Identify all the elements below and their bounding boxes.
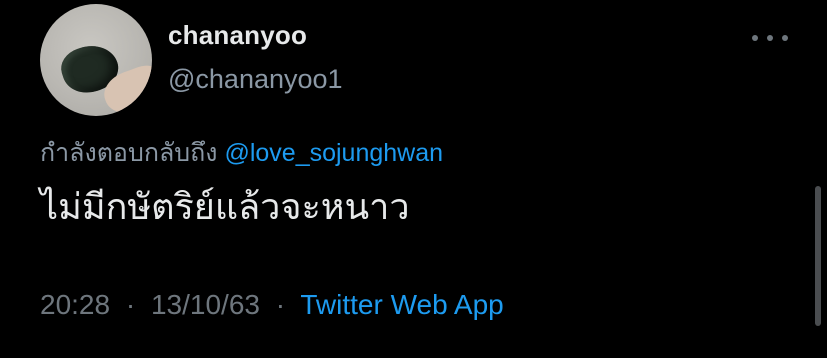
tweet-detail: chananyoo @chananyoo1 กำลังตอบกลับถึง @l… bbox=[0, 0, 827, 358]
tweet-date[interactable]: 13/10/63 bbox=[151, 289, 260, 320]
dot-icon bbox=[752, 35, 758, 41]
more-options-icon[interactable] bbox=[752, 28, 788, 48]
tweet-time[interactable]: 20:28 bbox=[40, 289, 110, 320]
meta-separator: · bbox=[125, 289, 136, 320]
dot-icon bbox=[782, 35, 788, 41]
tweet-metadata: 20:28 · 13/10/63 · Twitter Web App bbox=[40, 289, 504, 321]
meta-separator: · bbox=[275, 289, 286, 320]
scrollbar[interactable] bbox=[815, 186, 821, 326]
avatar[interactable] bbox=[40, 4, 152, 116]
tweet-source-link[interactable]: Twitter Web App bbox=[300, 289, 503, 320]
tweet-text: ไม่มีกษัตริย์แล้วจะหนาว bbox=[40, 186, 410, 227]
reply-context: กำลังตอบกลับถึง @love_sojunghwan bbox=[40, 133, 443, 173]
dot-icon bbox=[767, 35, 773, 41]
reply-mention-link[interactable]: @love_sojunghwan bbox=[224, 139, 443, 167]
user-handle[interactable]: @chananyoo1 bbox=[168, 64, 343, 95]
display-name[interactable]: chananyoo bbox=[168, 20, 307, 51]
reply-prefix: กำลังตอบกลับถึง bbox=[40, 139, 218, 167]
